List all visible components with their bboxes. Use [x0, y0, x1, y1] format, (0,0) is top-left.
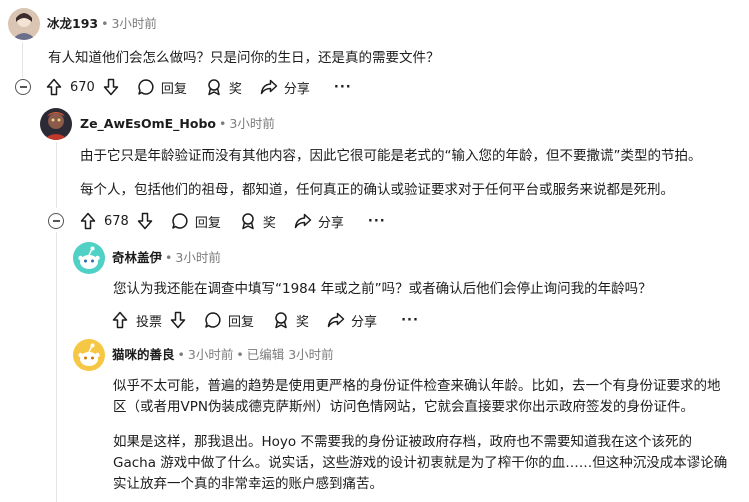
- upvote-icon: [46, 78, 62, 96]
- more-options-button[interactable]: ···: [334, 80, 352, 95]
- comment-body: 有人知道他们会怎么做吗？只是问你的生日，还是真的需要文件？: [48, 50, 440, 66]
- avatar[interactable]: [8, 8, 40, 40]
- award-label: 奖: [228, 81, 242, 97]
- vote-count: 670: [70, 79, 95, 95]
- downvote-button[interactable]: [170, 311, 186, 329]
- thread-line: [22, 42, 23, 78]
- comment-meta: Ze_AwEsOmE_Hobo • 3小时前: [80, 115, 275, 133]
- share-icon: [294, 213, 312, 229]
- share-label: 分享: [317, 215, 344, 231]
- award-button[interactable]: 奖: [272, 311, 309, 330]
- share-label: 分享: [283, 81, 310, 97]
- speech-bubble-icon: [138, 79, 154, 95]
- comment-body: 似乎不太可能，普遍的趋势是使用更严格的身份证件检查来确认年龄。比如，去一个有身份…: [113, 378, 721, 415]
- comment-author[interactable]: Ze_AwEsOmE_Hobo: [80, 116, 216, 131]
- comment-action-bar: 678 回复 奖 分享 ···: [80, 209, 386, 233]
- award-button[interactable]: 奖: [239, 212, 276, 231]
- award-button[interactable]: 奖: [205, 78, 242, 97]
- speech-bubble-icon: [172, 213, 188, 229]
- reply-button[interactable]: 回复: [137, 78, 187, 97]
- comment-author[interactable]: 奇林盖伊: [112, 250, 162, 265]
- upvote-button[interactable]: [112, 311, 128, 329]
- award-icon: [208, 79, 220, 96]
- collapse-thread-button[interactable]: [48, 213, 64, 229]
- separator-dot: •: [219, 116, 227, 131]
- vote-label: 投票: [136, 314, 163, 330]
- comment-time[interactable]: 3小时前: [229, 116, 274, 131]
- comment-body: 如果是这样，那我退出。Hoyo 不需要我的身份证被政府存档，政府也不需要知道我在…: [113, 434, 728, 492]
- thread-line: [56, 232, 57, 502]
- downvote-icon: [170, 311, 186, 329]
- downvote-icon: [103, 78, 119, 96]
- reply-label: 回复: [160, 81, 187, 97]
- speech-bubble-icon: [205, 312, 221, 328]
- comment-action-bar: 投票 回复 奖 分享 ···: [112, 308, 419, 332]
- comment-action-bar: 670 回复 奖 分享 ···: [46, 75, 352, 99]
- separator-dot: •: [101, 16, 109, 31]
- share-icon: [327, 312, 345, 328]
- downvote-icon: [137, 212, 153, 230]
- comment-time[interactable]: 3小时前: [111, 16, 156, 31]
- avatar[interactable]: [73, 242, 105, 274]
- share-label: 分享: [351, 314, 378, 330]
- comment-author[interactable]: 冰龙193: [47, 16, 98, 31]
- upvote-icon: [80, 212, 96, 230]
- share-button[interactable]: 分享: [294, 212, 344, 231]
- share-icon: [260, 79, 278, 95]
- avatar[interactable]: [40, 108, 72, 140]
- comment-body: 由于它只是年龄验证而没有其他内容，因此它很可能是老式的“输入您的年龄，但不要撒谎…: [80, 148, 702, 164]
- award-icon: [242, 213, 254, 230]
- comment-meta: 猫咪的善良 • 3小时前 • 已编辑 3小时前: [112, 346, 334, 364]
- separator-dot: •: [177, 347, 185, 362]
- reply-label: 回复: [194, 215, 221, 231]
- comment-author[interactable]: 猫咪的善良: [112, 347, 175, 362]
- comment-meta: 奇林盖伊 • 3小时前: [112, 249, 221, 267]
- edited-label: 已编辑 3小时前: [246, 347, 334, 362]
- award-label: 奖: [296, 314, 310, 330]
- award-icon: [275, 312, 287, 329]
- more-options-button[interactable]: ···: [368, 214, 386, 229]
- downvote-button[interactable]: [103, 78, 119, 96]
- upvote-icon: [112, 311, 128, 329]
- reply-label: 回复: [228, 314, 255, 330]
- thread-line: [56, 142, 57, 208]
- upvote-button[interactable]: [46, 78, 62, 96]
- upvote-button[interactable]: [80, 212, 96, 230]
- more-options-button[interactable]: ···: [401, 313, 419, 328]
- comment-body: 每个人，包括他们的祖母，都知道，任何真正的确认或验证要求对于任何平台或服务来说都…: [80, 182, 674, 198]
- separator-dot: •: [236, 347, 244, 362]
- downvote-button[interactable]: [137, 212, 153, 230]
- separator-dot: •: [165, 250, 173, 265]
- collapse-thread-button[interactable]: [15, 79, 31, 95]
- comment-time[interactable]: 3小时前: [175, 250, 220, 265]
- reply-button[interactable]: 回复: [171, 212, 221, 231]
- share-button[interactable]: 分享: [260, 78, 310, 97]
- comment-time[interactable]: 3小时前: [188, 347, 233, 362]
- comment-body: 您认为我还能在调查中填写“1984 年或之前”吗？或者确认后他们会停止询问我的年…: [113, 281, 652, 297]
- reply-button[interactable]: 回复: [204, 311, 254, 330]
- vote-count: 678: [104, 213, 129, 229]
- avatar[interactable]: [73, 339, 105, 371]
- award-label: 奖: [262, 215, 276, 231]
- share-button[interactable]: 分享: [327, 311, 377, 330]
- comment-meta: 冰龙193 • 3小时前: [47, 15, 157, 33]
